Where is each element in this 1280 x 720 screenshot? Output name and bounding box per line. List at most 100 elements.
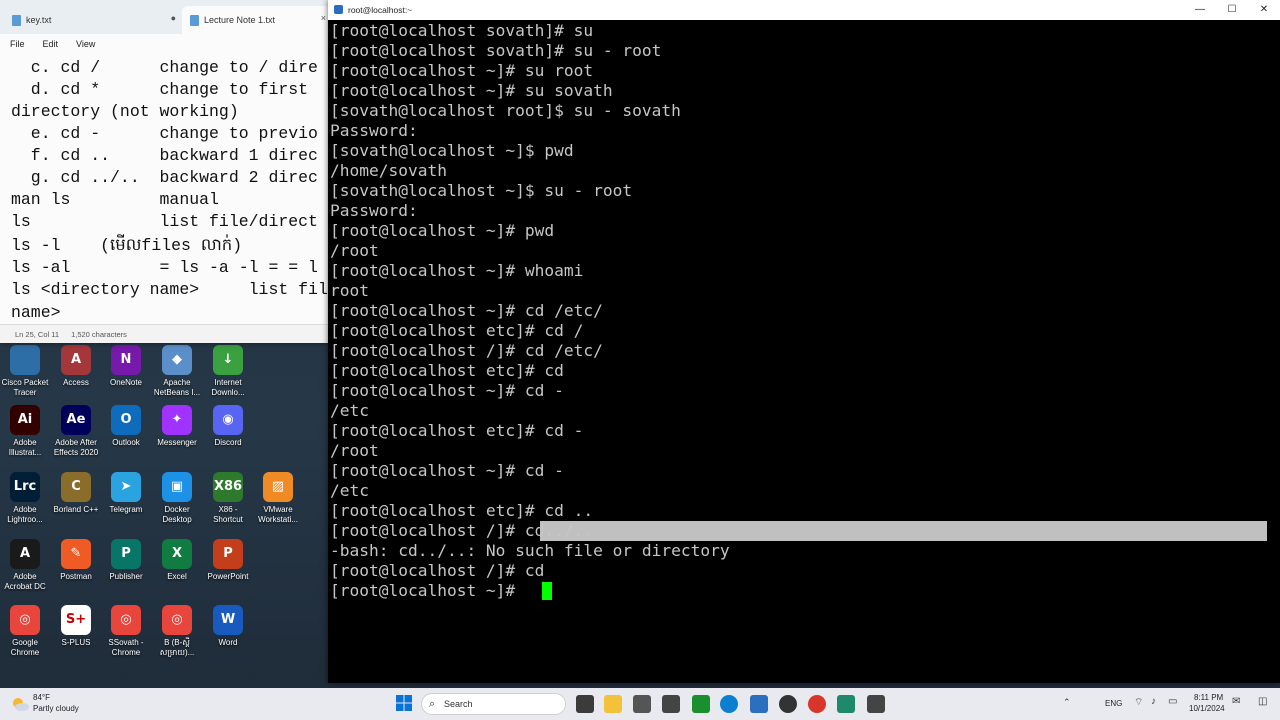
notepad-tab-bar: key.txt ● Lecture Note 1.txt × (0, 0, 332, 34)
terminal-line: [root@localhost etc]# cd (330, 361, 564, 380)
desktop-icon[interactable]: Ai Adobe Illustrat... (0, 405, 50, 458)
weather-temp[interactable]: 84°F (33, 693, 50, 702)
desktop-icon-label: Access (63, 378, 89, 387)
desktop-icon[interactable]: P PowerPoint (203, 539, 253, 582)
notepad-status-bar: Ln 25, Col 11 1,520 characters (0, 324, 330, 343)
terminal-line: [root@localhost etc]# cd - (330, 421, 584, 440)
notepad-taskbar-icon[interactable] (750, 695, 768, 713)
menu-file[interactable]: File (10, 39, 25, 49)
desktop-icon-label: Telegram (109, 505, 143, 514)
notepad-line: ls -al = ls -a -l = = l (11, 258, 318, 277)
cursor-position: Ln 25, Col 11 (15, 329, 60, 339)
desktop-icon[interactable]: ◎ Google Chrome (0, 605, 50, 658)
desktop-icon[interactable]: ✎ Postman (51, 539, 101, 582)
unsaved-dot-icon[interactable]: ● (171, 13, 176, 23)
desktop-icon-label: Discord (214, 438, 242, 447)
minimize-button[interactable]: — (1184, 0, 1216, 20)
desktop-icon-label: VMware Workstati... (258, 505, 298, 524)
volume-icon[interactable]: ♪ (1151, 696, 1156, 707)
app-icon: O (111, 405, 141, 435)
notepad-text-area[interactable]: c. cd / change to / dire d. cd * change … (0, 54, 330, 324)
notepad-line: e. cd - change to previo (11, 124, 318, 143)
desktop-icon[interactable]: ▨ VMware Workstati... (253, 472, 303, 525)
start-button[interactable] (396, 695, 412, 716)
terminal-line: /etc (330, 401, 369, 420)
desktop-icon[interactable]: Lrc Adobe Lightroo... (0, 472, 50, 525)
terminal-line: -bash: cd../..: No such file or director… (330, 541, 730, 560)
desktop-icon[interactable]: Ae Adobe After Effects 2020 (51, 405, 101, 458)
terminal-line: /root (330, 241, 379, 260)
app-icon[interactable] (662, 695, 680, 713)
chevron-up-icon[interactable]: ⌃ (1063, 697, 1071, 708)
battery-icon[interactable]: ▭ (1168, 696, 1177, 707)
menu-view[interactable]: View (76, 39, 95, 49)
vmware-icon[interactable] (837, 695, 855, 713)
desktop-icon-label: SSovath - Chrome (108, 638, 144, 657)
terminal-line: [root@localhost ~]# cd /etc/ (330, 301, 603, 320)
tab-key-txt[interactable]: key.txt ● (4, 6, 182, 34)
notepad-line: directory (not working) (11, 102, 239, 121)
weather-icon[interactable] (10, 695, 30, 713)
tab-label: key.txt (26, 15, 52, 25)
desktop-icon[interactable]: ◎ SSovath - Chrome (101, 605, 151, 658)
desktop-icon[interactable]: C Borland C++ (51, 472, 101, 515)
terminal-line: [root@localhost sovath]# su - root (330, 41, 662, 60)
desktop-icon[interactable]: X Excel (152, 539, 202, 582)
desktop-icon[interactable]: A Access (51, 345, 101, 388)
notepad-window: key.txt ● Lecture Note 1.txt × File Edit… (0, 0, 332, 343)
notification-icon[interactable]: ✉ (1232, 696, 1240, 707)
close-tab-icon[interactable]: × (321, 13, 326, 23)
desktop-icon[interactable]: P Publisher (101, 539, 151, 582)
desktop-icon[interactable]: X86 X86 - Shortcut (203, 472, 253, 525)
terminal-taskbar-icon[interactable] (867, 695, 885, 713)
media-player-icon[interactable] (779, 695, 797, 713)
desktop-icon[interactable]: ➤ Telegram (101, 472, 151, 515)
notepad-line: f. cd .. backward 1 direc (11, 146, 318, 165)
wifi-icon[interactable]: ⌔ (1134, 696, 1143, 709)
terminal-title-bar[interactable]: root@localhost:~ — ☐ ✕ (328, 0, 1280, 20)
desktop-icon[interactable]: ◉ Discord (203, 405, 253, 448)
desktop-icon[interactable]: ↓ Internet Downlo... (203, 345, 253, 398)
desktop-icon[interactable]: W Word (203, 605, 253, 648)
app-icon: ✎ (61, 539, 91, 569)
desktop-icon[interactable]: N OneNote (101, 345, 151, 388)
task-view-icon[interactable] (576, 695, 594, 713)
weather-desc[interactable]: Partly cloudy (33, 704, 79, 713)
taskbar-search[interactable]: ⌕ Search (421, 693, 566, 715)
close-button[interactable]: ✕ (1248, 0, 1280, 20)
desktop-icon-label: Borland C++ (53, 505, 99, 514)
desktop-icon[interactable]: A Adobe Acrobat DC (0, 539, 50, 592)
menu-edit[interactable]: Edit (43, 39, 59, 49)
language-indicator[interactable]: ENG (1105, 699, 1122, 708)
store-icon[interactable] (633, 695, 651, 713)
desktop-icon[interactable]: Cisco Packet Tracer (0, 345, 50, 398)
desktop-icon[interactable]: ◆ Apache NetBeans I... (152, 345, 202, 398)
tab-lecture-note[interactable]: Lecture Note 1.txt × (182, 6, 332, 34)
desktop-icon[interactable]: O Outlook (101, 405, 151, 448)
xbox-icon[interactable] (692, 695, 710, 713)
desktop-icon[interactable]: S+ S-PLUS (51, 605, 101, 648)
app-icon: Ae (61, 405, 91, 435)
notepad-line: c. cd / change to / dire (11, 58, 318, 77)
terminal-window[interactable]: root@localhost:~ — ☐ ✕ [root@localhost s… (328, 0, 1280, 683)
chrome-icon[interactable] (808, 695, 826, 713)
file-explorer-icon[interactable] (604, 695, 622, 713)
edge-icon[interactable] (720, 695, 738, 713)
maximize-button[interactable]: ☐ (1216, 0, 1248, 20)
app-icon: ◆ (162, 345, 192, 375)
desktop-icon[interactable]: ◎ B (B-ស្ដី សម្រាយ)... (152, 605, 202, 658)
terminal-line: [root@localhost /]# cd /etc/ (330, 341, 603, 360)
text-selection-highlight (540, 521, 1267, 541)
char-count: 1,520 characters (71, 329, 127, 339)
notepad-line: man ls manual (11, 190, 219, 209)
desktop-icon[interactable]: ▣ Docker Desktop (152, 472, 202, 525)
terminal-line: /root (330, 441, 379, 460)
desktop-icon-label: Publisher (109, 572, 143, 581)
clock-time[interactable]: 8:11 PM (1194, 693, 1223, 702)
terminal-line: [root@localhost sovath]# su (330, 21, 594, 40)
desktop-icon-label: Apache NetBeans I... (153, 378, 201, 397)
clock-date[interactable]: 10/1/2024 (1189, 704, 1225, 713)
desktop-icon-label: B (B-ស្ដី សម្រាយ)... (159, 638, 195, 657)
desktop-icon[interactable]: ✦ Messenger (152, 405, 202, 448)
widgets-icon[interactable]: ◫ (1258, 696, 1267, 707)
